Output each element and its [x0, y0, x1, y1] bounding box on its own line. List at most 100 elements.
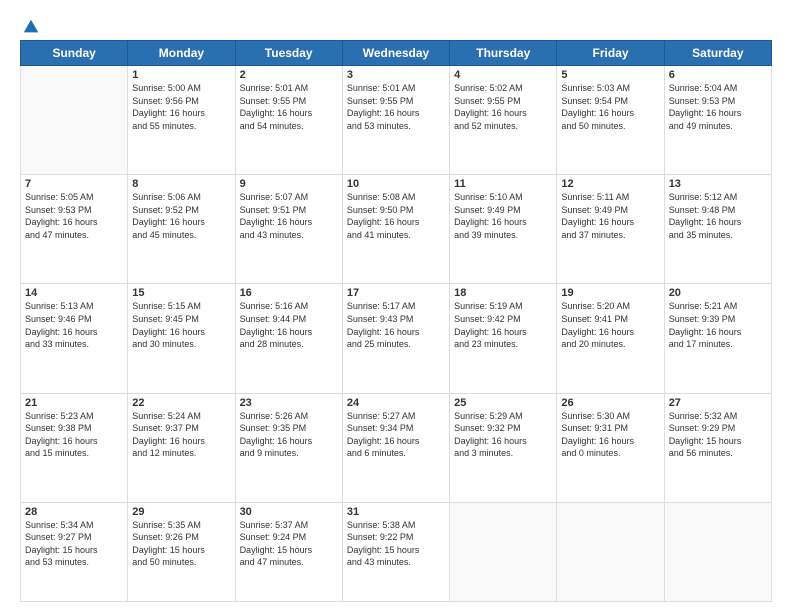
day-info: Sunrise: 5:13 AM Sunset: 9:46 PM Dayligh… [25, 300, 123, 350]
day-info: Sunrise: 5:32 AM Sunset: 9:29 PM Dayligh… [669, 410, 767, 460]
day-number: 11 [454, 178, 552, 190]
day-number: 19 [561, 287, 659, 299]
day-cell: 11Sunrise: 5:10 AM Sunset: 9:49 PM Dayli… [450, 175, 557, 284]
day-cell: 6Sunrise: 5:04 AM Sunset: 9:53 PM Daylig… [664, 66, 771, 175]
day-cell: 22Sunrise: 5:24 AM Sunset: 9:37 PM Dayli… [128, 393, 235, 502]
calendar-table: SundayMondayTuesdayWednesdayThursdayFrid… [20, 40, 772, 602]
day-cell [21, 66, 128, 175]
day-number: 24 [347, 397, 445, 409]
day-cell: 4Sunrise: 5:02 AM Sunset: 9:55 PM Daylig… [450, 66, 557, 175]
day-number: 8 [132, 178, 230, 190]
day-cell: 25Sunrise: 5:29 AM Sunset: 9:32 PM Dayli… [450, 393, 557, 502]
day-cell: 15Sunrise: 5:15 AM Sunset: 9:45 PM Dayli… [128, 284, 235, 393]
day-cell: 21Sunrise: 5:23 AM Sunset: 9:38 PM Dayli… [21, 393, 128, 502]
day-info: Sunrise: 5:04 AM Sunset: 9:53 PM Dayligh… [669, 82, 767, 132]
day-info: Sunrise: 5:16 AM Sunset: 9:44 PM Dayligh… [240, 300, 338, 350]
day-number: 23 [240, 397, 338, 409]
day-cell: 23Sunrise: 5:26 AM Sunset: 9:35 PM Dayli… [235, 393, 342, 502]
week-row-5: 28Sunrise: 5:34 AM Sunset: 9:27 PM Dayli… [21, 502, 772, 601]
day-number: 13 [669, 178, 767, 190]
day-info: Sunrise: 5:07 AM Sunset: 9:51 PM Dayligh… [240, 191, 338, 241]
day-number: 26 [561, 397, 659, 409]
day-cell: 12Sunrise: 5:11 AM Sunset: 9:49 PM Dayli… [557, 175, 664, 284]
logo-icon [22, 18, 40, 36]
day-info: Sunrise: 5:19 AM Sunset: 9:42 PM Dayligh… [454, 300, 552, 350]
day-cell: 29Sunrise: 5:35 AM Sunset: 9:26 PM Dayli… [128, 502, 235, 601]
day-info: Sunrise: 5:27 AM Sunset: 9:34 PM Dayligh… [347, 410, 445, 460]
day-info: Sunrise: 5:30 AM Sunset: 9:31 PM Dayligh… [561, 410, 659, 460]
day-info: Sunrise: 5:38 AM Sunset: 9:22 PM Dayligh… [347, 519, 445, 569]
week-row-1: 1Sunrise: 5:00 AM Sunset: 9:56 PM Daylig… [21, 66, 772, 175]
day-info: Sunrise: 5:05 AM Sunset: 9:53 PM Dayligh… [25, 191, 123, 241]
day-number: 31 [347, 506, 445, 518]
day-cell: 13Sunrise: 5:12 AM Sunset: 9:48 PM Dayli… [664, 175, 771, 284]
day-cell: 14Sunrise: 5:13 AM Sunset: 9:46 PM Dayli… [21, 284, 128, 393]
day-cell: 20Sunrise: 5:21 AM Sunset: 9:39 PM Dayli… [664, 284, 771, 393]
weekday-header-sunday: Sunday [21, 41, 128, 66]
day-number: 9 [240, 178, 338, 190]
weekday-header-monday: Monday [128, 41, 235, 66]
day-cell: 26Sunrise: 5:30 AM Sunset: 9:31 PM Dayli… [557, 393, 664, 502]
day-number: 4 [454, 69, 552, 81]
day-number: 30 [240, 506, 338, 518]
weekday-header-thursday: Thursday [450, 41, 557, 66]
week-row-4: 21Sunrise: 5:23 AM Sunset: 9:38 PM Dayli… [21, 393, 772, 502]
day-number: 16 [240, 287, 338, 299]
day-cell: 5Sunrise: 5:03 AM Sunset: 9:54 PM Daylig… [557, 66, 664, 175]
day-cell: 19Sunrise: 5:20 AM Sunset: 9:41 PM Dayli… [557, 284, 664, 393]
weekday-header-row: SundayMondayTuesdayWednesdayThursdayFrid… [21, 41, 772, 66]
day-info: Sunrise: 5:29 AM Sunset: 9:32 PM Dayligh… [454, 410, 552, 460]
day-info: Sunrise: 5:15 AM Sunset: 9:45 PM Dayligh… [132, 300, 230, 350]
day-cell: 18Sunrise: 5:19 AM Sunset: 9:42 PM Dayli… [450, 284, 557, 393]
day-cell: 16Sunrise: 5:16 AM Sunset: 9:44 PM Dayli… [235, 284, 342, 393]
day-info: Sunrise: 5:01 AM Sunset: 9:55 PM Dayligh… [347, 82, 445, 132]
day-number: 6 [669, 69, 767, 81]
day-number: 10 [347, 178, 445, 190]
day-number: 28 [25, 506, 123, 518]
day-info: Sunrise: 5:02 AM Sunset: 9:55 PM Dayligh… [454, 82, 552, 132]
day-info: Sunrise: 5:10 AM Sunset: 9:49 PM Dayligh… [454, 191, 552, 241]
day-info: Sunrise: 5:01 AM Sunset: 9:55 PM Dayligh… [240, 82, 338, 132]
day-number: 20 [669, 287, 767, 299]
day-number: 1 [132, 69, 230, 81]
day-info: Sunrise: 5:34 AM Sunset: 9:27 PM Dayligh… [25, 519, 123, 569]
day-cell: 8Sunrise: 5:06 AM Sunset: 9:52 PM Daylig… [128, 175, 235, 284]
day-cell: 1Sunrise: 5:00 AM Sunset: 9:56 PM Daylig… [128, 66, 235, 175]
day-cell: 31Sunrise: 5:38 AM Sunset: 9:22 PM Dayli… [342, 502, 449, 601]
day-number: 21 [25, 397, 123, 409]
day-number: 12 [561, 178, 659, 190]
day-number: 17 [347, 287, 445, 299]
day-info: Sunrise: 5:08 AM Sunset: 9:50 PM Dayligh… [347, 191, 445, 241]
day-number: 7 [25, 178, 123, 190]
day-info: Sunrise: 5:06 AM Sunset: 9:52 PM Dayligh… [132, 191, 230, 241]
weekday-header-saturday: Saturday [664, 41, 771, 66]
day-cell [664, 502, 771, 601]
day-number: 3 [347, 69, 445, 81]
day-number: 2 [240, 69, 338, 81]
day-cell: 27Sunrise: 5:32 AM Sunset: 9:29 PM Dayli… [664, 393, 771, 502]
day-cell: 7Sunrise: 5:05 AM Sunset: 9:53 PM Daylig… [21, 175, 128, 284]
weekday-header-tuesday: Tuesday [235, 41, 342, 66]
day-info: Sunrise: 5:24 AM Sunset: 9:37 PM Dayligh… [132, 410, 230, 460]
day-number: 14 [25, 287, 123, 299]
week-row-3: 14Sunrise: 5:13 AM Sunset: 9:46 PM Dayli… [21, 284, 772, 393]
day-cell: 2Sunrise: 5:01 AM Sunset: 9:55 PM Daylig… [235, 66, 342, 175]
day-cell: 17Sunrise: 5:17 AM Sunset: 9:43 PM Dayli… [342, 284, 449, 393]
day-number: 29 [132, 506, 230, 518]
page: SundayMondayTuesdayWednesdayThursdayFrid… [0, 0, 792, 612]
weekday-header-friday: Friday [557, 41, 664, 66]
day-cell: 10Sunrise: 5:08 AM Sunset: 9:50 PM Dayli… [342, 175, 449, 284]
day-cell: 9Sunrise: 5:07 AM Sunset: 9:51 PM Daylig… [235, 175, 342, 284]
day-info: Sunrise: 5:23 AM Sunset: 9:38 PM Dayligh… [25, 410, 123, 460]
day-cell: 30Sunrise: 5:37 AM Sunset: 9:24 PM Dayli… [235, 502, 342, 601]
day-info: Sunrise: 5:20 AM Sunset: 9:41 PM Dayligh… [561, 300, 659, 350]
week-row-2: 7Sunrise: 5:05 AM Sunset: 9:53 PM Daylig… [21, 175, 772, 284]
day-info: Sunrise: 5:17 AM Sunset: 9:43 PM Dayligh… [347, 300, 445, 350]
header [20, 18, 772, 34]
day-number: 5 [561, 69, 659, 81]
logo-text [20, 18, 40, 36]
day-number: 18 [454, 287, 552, 299]
day-info: Sunrise: 5:35 AM Sunset: 9:26 PM Dayligh… [132, 519, 230, 569]
day-cell: 28Sunrise: 5:34 AM Sunset: 9:27 PM Dayli… [21, 502, 128, 601]
day-number: 27 [669, 397, 767, 409]
